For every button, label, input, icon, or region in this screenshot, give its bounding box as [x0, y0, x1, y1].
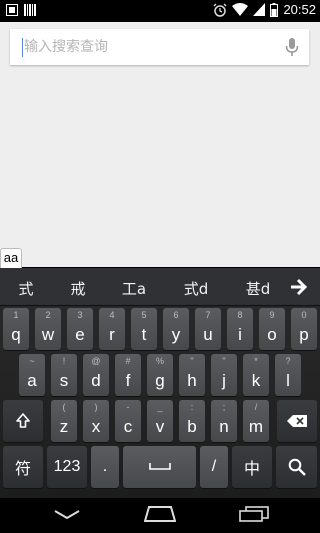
back-icon[interactable]	[54, 510, 80, 520]
app-content	[0, 22, 320, 267]
key-j[interactable]: " j	[211, 354, 237, 396]
key-k[interactable]: * k	[243, 354, 269, 396]
key-n[interactable]: ; n	[211, 400, 237, 442]
recent-apps-icon[interactable]	[239, 506, 269, 522]
candidate-5[interactable]: 甚d	[238, 278, 278, 299]
soft-keyboard: 式 戒 工a 式d 甚d 1q 2w 3e 4r 5t 6y 7u 8i 9o …	[0, 268, 320, 498]
battery-icon	[270, 2, 279, 17]
candidate-bar: 式 戒 工a 式d 甚d	[0, 268, 320, 306]
space-key[interactable]	[123, 446, 196, 488]
key-b[interactable]: :b	[179, 400, 205, 442]
key-u[interactable]: 7u	[195, 308, 221, 350]
navigation-bar	[0, 498, 320, 533]
search-input[interactable]	[24, 29, 274, 65]
key-p[interactable]: 0p	[291, 308, 317, 350]
text-cursor	[22, 38, 23, 57]
key-w[interactable]: 2w	[35, 308, 61, 350]
home-icon[interactable]	[144, 506, 176, 522]
status-time: 20:52	[283, 2, 316, 17]
language-switch-key[interactable]: 中	[232, 446, 272, 488]
key-g[interactable]: % g	[147, 354, 173, 396]
key-m[interactable]: / m	[243, 400, 269, 442]
symbol-key[interactable]: 符	[3, 446, 43, 488]
composing-text: aa	[0, 248, 22, 268]
wifi-icon	[232, 3, 249, 16]
key-s[interactable]: ! s	[51, 354, 77, 396]
candidate-3[interactable]: 工a	[114, 278, 154, 299]
space-bar-icon	[149, 463, 171, 470]
shift-arrow-icon	[16, 413, 30, 428]
search-icon	[288, 458, 306, 476]
key-d[interactable]: @ d	[83, 354, 109, 396]
key-c[interactable]: -c	[115, 400, 141, 442]
microphone-icon[interactable]	[285, 37, 299, 57]
key-t[interactable]: 5t	[131, 308, 157, 350]
key-h[interactable]: " h	[179, 354, 205, 396]
period-key[interactable]: .	[91, 446, 119, 488]
key-o[interactable]: 9o	[259, 308, 285, 350]
notification-icon	[6, 4, 18, 16]
key-v[interactable]: _ v	[147, 400, 173, 442]
backspace-icon	[287, 415, 307, 427]
shift-key[interactable]	[3, 400, 43, 442]
candidate-1[interactable]: 式	[12, 278, 40, 299]
number-key[interactable]: 123	[47, 446, 87, 488]
delete-key[interactable]	[277, 400, 317, 442]
search-box[interactable]	[10, 29, 309, 65]
key-r[interactable]: 4r	[99, 308, 125, 350]
arrow-right-icon[interactable]	[290, 278, 310, 296]
key-a[interactable]: ~ a	[19, 354, 45, 396]
key-e[interactable]: 3e	[67, 308, 93, 350]
key-z[interactable]: (z	[51, 400, 77, 442]
slash-key[interactable]: /	[200, 446, 228, 488]
key-f[interactable]: # f	[115, 354, 141, 396]
signal-icon	[253, 3, 266, 16]
key-y[interactable]: 6y	[163, 308, 189, 350]
candidate-2[interactable]: 戒	[64, 278, 92, 299]
key-i[interactable]: 8i	[227, 308, 253, 350]
key-q[interactable]: 1q	[3, 308, 29, 350]
candidate-4[interactable]: 式d	[176, 278, 216, 299]
key-x[interactable]: ) x	[83, 400, 109, 442]
alarm-icon	[213, 3, 227, 17]
key-l[interactable]: ? l	[275, 354, 301, 396]
barcode-icon	[24, 4, 36, 16]
status-bar: 20:52	[0, 0, 320, 22]
search-key[interactable]	[276, 446, 317, 488]
